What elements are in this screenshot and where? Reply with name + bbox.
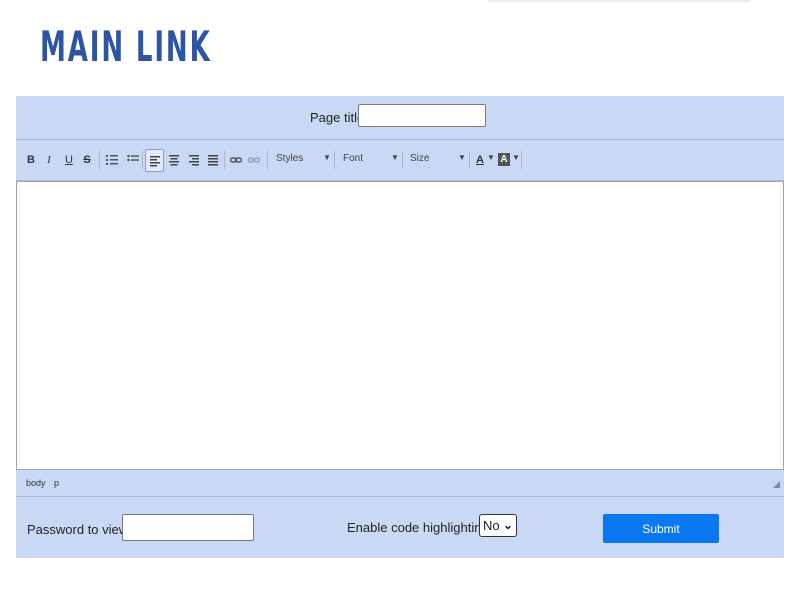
italic-button[interactable]: I [43, 151, 55, 169]
align-left-icon[interactable] [145, 149, 164, 172]
submit-button[interactable]: Submit [603, 514, 719, 543]
chevron-down-icon[interactable]: ▼ [512, 153, 520, 162]
toolbar-separator [224, 151, 225, 169]
page-title-input[interactable] [358, 104, 486, 127]
numbered-list-icon[interactable] [105, 151, 119, 169]
align-right-icon[interactable] [187, 151, 201, 169]
logo: MAIN LINK [40, 16, 210, 88]
toolbar-separator [402, 151, 403, 169]
toolbar-separator [99, 151, 100, 169]
bullet-list-icon[interactable] [126, 151, 140, 169]
chevron-down-icon[interactable]: ▼ [487, 153, 495, 162]
chevron-down-icon[interactable]: ▼ [323, 153, 331, 162]
highlighting-value: No [483, 518, 500, 533]
editor-statusbar: body p [16, 470, 784, 497]
toolbar-separator [267, 151, 268, 169]
unlink-icon[interactable] [247, 151, 261, 169]
logo-text: MAIN LINK [40, 22, 212, 71]
styles-dropdown[interactable]: Styles [276, 153, 303, 164]
link-icon[interactable] [229, 151, 243, 169]
bold-button[interactable]: B [25, 151, 37, 169]
size-dropdown[interactable]: Size [410, 153, 429, 164]
strikethrough-button[interactable]: S [81, 151, 93, 169]
chevron-down-icon: ⌄ [502, 518, 513, 532]
resize-handle-icon[interactable] [773, 481, 780, 488]
highlighting-select[interactable]: No ⌄ [479, 514, 517, 537]
align-justify-icon[interactable] [206, 151, 220, 169]
editor-toolbar: B I U S Styles ▼ Font ▼ Size ▼ A ▼ A ▼ [16, 140, 784, 181]
toolbar-separator [142, 151, 143, 169]
font-dropdown[interactable]: Font [343, 153, 363, 164]
page-title-row: Page title [16, 96, 784, 140]
text-color-button[interactable]: A [474, 151, 486, 169]
toolbar-separator [469, 151, 470, 169]
chevron-down-icon[interactable]: ▼ [458, 153, 466, 162]
highlighting-label: Enable code highlighting ? [347, 520, 500, 535]
password-input[interactable] [122, 514, 254, 541]
top-strip [488, 0, 750, 2]
underline-button[interactable]: U [63, 151, 75, 169]
page-title-label: Page title [310, 110, 365, 125]
element-path: body p [26, 478, 65, 488]
background-color-button[interactable]: A [498, 153, 510, 166]
align-center-icon[interactable] [167, 151, 181, 169]
chevron-down-icon[interactable]: ▼ [391, 153, 399, 162]
rich-text-editor[interactable] [16, 181, 784, 470]
editor-panel: Page title B I U S Styles ▼ Font ▼ Size … [16, 96, 784, 558]
toolbar-separator [334, 151, 335, 169]
path-item-body[interactable]: body [26, 478, 46, 488]
toolbar-separator [521, 151, 522, 169]
path-item-p[interactable]: p [54, 478, 59, 488]
